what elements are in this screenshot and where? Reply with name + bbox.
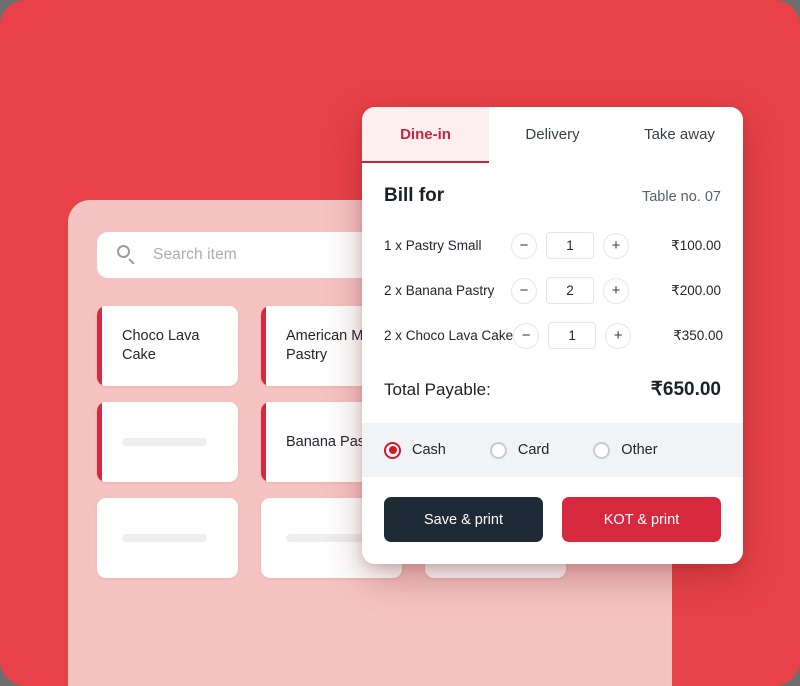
quantity-value[interactable]: 2 (546, 277, 594, 304)
payment-option-other[interactable]: Other (593, 441, 658, 459)
bill-header: Bill for Table no. 07 (362, 163, 743, 207)
order-type-tabs: Dine-in Delivery Take away (362, 107, 743, 163)
action-button-row: Save & print KOT & print (362, 477, 743, 564)
table-number-label: Table no. 07 (641, 189, 721, 205)
quantity-stepper: −2 + (511, 277, 629, 304)
radio-icon[interactable] (593, 441, 611, 459)
quantity-value[interactable]: 1 (548, 322, 597, 349)
quantity-stepper: −1 + (513, 322, 632, 349)
app-canvas: Search item Choco Lava Cake American M Pi… (0, 0, 800, 686)
decrease-quantity-button[interactable]: − (513, 322, 540, 349)
menu-item-card[interactable]: Choco Lava Cake (97, 306, 238, 386)
menu-item-label: Choco Lava Cake (122, 328, 200, 363)
bill-item-price: ₹350.00 (673, 327, 724, 343)
placeholder-bar (122, 438, 207, 446)
radio-icon[interactable] (489, 441, 507, 459)
payment-option-label: Card (517, 442, 550, 458)
kot-print-button[interactable]: KOT & print (562, 497, 721, 542)
bill-card: Dine-in Delivery Take away Bill for Table … (362, 107, 743, 564)
bill-item-name: 1 x Pastry Small (384, 238, 482, 253)
tab-dine-in[interactable]: Dine-in (362, 107, 489, 163)
bill-item-row: 2 x Choco Lava Cake −1 + ₹350.00 (384, 313, 724, 358)
payment-option-card[interactable]: Card (489, 441, 550, 459)
increase-quantity-button[interactable]: + (605, 322, 632, 349)
radio-icon[interactable] (384, 441, 401, 459)
menu-item-card[interactable] (97, 402, 238, 482)
placeholder-bar (122, 534, 207, 542)
increase-quantity-button[interactable]: + (603, 232, 629, 259)
menu-item-card[interactable] (97, 498, 238, 578)
bill-item-price: ₹200.00 (671, 282, 721, 298)
increase-quantity-button[interactable]: + (603, 277, 629, 304)
tab-take-away[interactable]: Take away (616, 107, 743, 163)
total-row: Total Payable: ₹650.00 (362, 358, 743, 423)
bill-item-price: ₹100.00 (671, 237, 721, 253)
bill-item-row: 2 x Banana Pastry −2 + ₹200.00 (384, 268, 721, 313)
payment-option-label: Cash (412, 442, 446, 458)
payment-method-group: Cash Card Other (362, 423, 743, 477)
bill-item-list: 1 x Pastry Small −1 + ₹100.00 2 x Banana Pas… (362, 207, 743, 358)
quantity-stepper: −1 + (511, 232, 629, 259)
total-value: ₹650.00 (650, 379, 721, 400)
save-print-button[interactable]: Save & print (384, 497, 543, 542)
bill-item-row: 1 x Pastry Small −1 + ₹100.00 (384, 223, 721, 268)
placeholder-bar (286, 534, 371, 542)
decrease-quantity-button[interactable]: − (511, 232, 537, 259)
payment-option-cash[interactable]: Cash (384, 441, 446, 459)
tab-delivery[interactable]: Delivery (489, 107, 616, 163)
bill-item-name: 2 x Choco Lava Cake (384, 328, 514, 343)
page-title: Bill for (384, 185, 445, 206)
search-icon (117, 245, 137, 265)
quantity-value[interactable]: 1 (546, 232, 594, 259)
search-placeholder: Search item (153, 246, 237, 263)
decrease-quantity-button[interactable]: − (511, 277, 537, 304)
payment-option-label: Other (621, 442, 658, 458)
bill-item-name: 2 x Banana Pastry (384, 283, 495, 298)
total-label: Total Payable: (384, 380, 491, 399)
